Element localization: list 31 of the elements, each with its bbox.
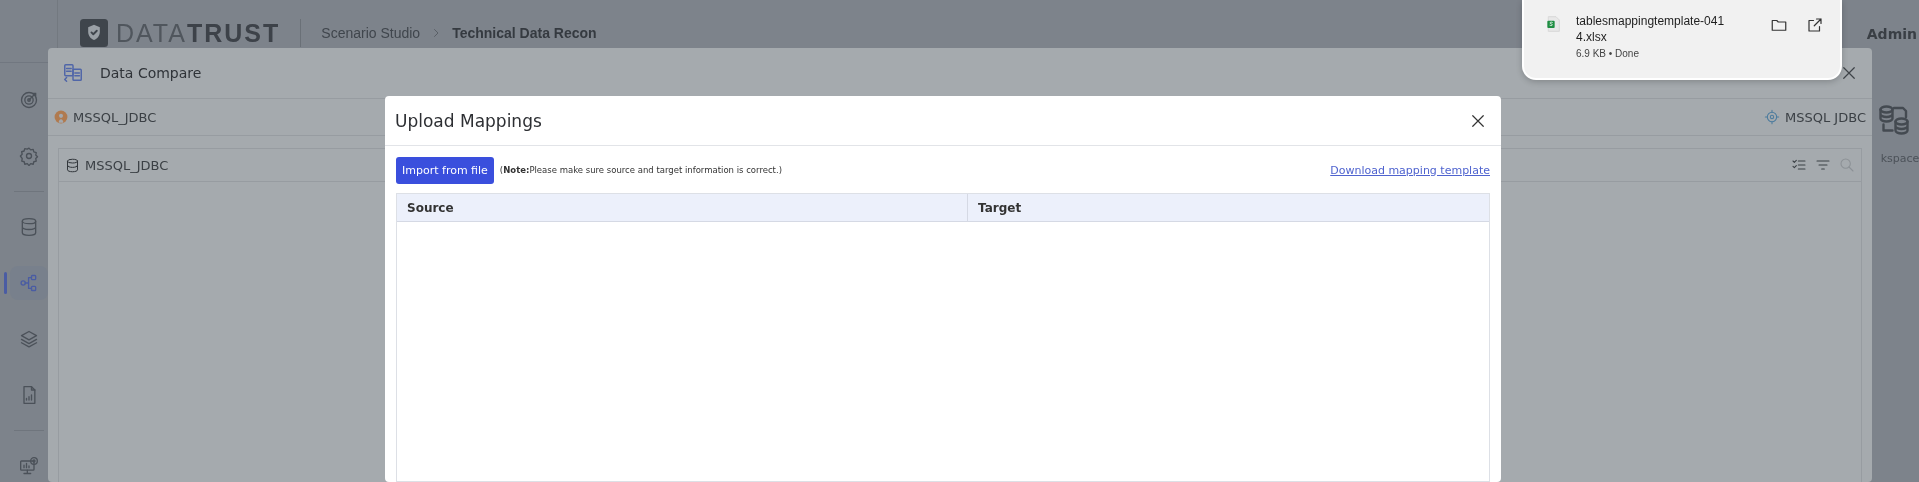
filter-icon[interactable]: [1815, 157, 1831, 173]
checklist-icon[interactable]: [1791, 157, 1807, 173]
column-header: Source: [397, 194, 968, 221]
target-name: MSSQL JDBC: [1785, 109, 1866, 125]
download-template-link[interactable]: Download mapping template: [1330, 163, 1490, 177]
target-icon: [18, 90, 39, 110]
breadcrumb-item: Technical Data Recon: [452, 25, 597, 41]
file-name: tablesmappingtemplate-041: [1576, 14, 1726, 28]
panel-title: MSSQL_JDBC: [85, 157, 169, 173]
crosshair-icon: [1764, 109, 1781, 125]
source-icon: [54, 110, 68, 124]
search-icon[interactable]: [1839, 157, 1855, 173]
network-icon: [18, 273, 39, 293]
database-sync-icon[interactable]: [1876, 102, 1912, 138]
note-text: (Note:Please make sure source and target information is correct.): [499, 165, 782, 175]
close-icon[interactable]: [1840, 64, 1858, 82]
source-name: MSSQL_JDBC: [73, 109, 157, 125]
spreadsheet-file-icon: [1546, 14, 1562, 34]
download-status: 6.9 KB • Done: [1576, 48, 1640, 59]
layers-icon: [18, 329, 39, 349]
import-button[interactable]: Import from file: [396, 156, 494, 184]
compare-icon: [62, 62, 84, 84]
settings-icon: [18, 146, 39, 166]
monitor-icon: [18, 456, 39, 476]
column-header: Target: [977, 199, 1023, 217]
external-link-icon[interactable]: [1806, 16, 1824, 34]
file-name: 4.xlsx: [1576, 30, 1608, 44]
database-icon: [65, 157, 80, 173]
user-name: Admin: [1866, 26, 1917, 42]
dialog-title: Upload Mappings: [395, 110, 542, 131]
window-title: Data Compare: [100, 65, 202, 81]
